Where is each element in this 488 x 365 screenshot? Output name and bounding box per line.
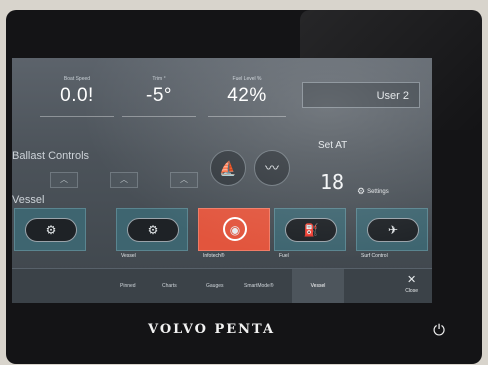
tile-label: Surf Control <box>361 253 388 259</box>
gear-icon: ⚙ <box>357 186 366 196</box>
tab-gauges[interactable]: Gauges <box>206 283 224 289</box>
gauge-value: -5° <box>146 85 172 106</box>
fuel-level-gauge: Fuel Level % 42% <box>210 76 284 107</box>
ballast-button[interactable]: ︿ <box>170 172 198 188</box>
tab-charts[interactable]: Charts <box>162 283 177 289</box>
boat-speed-gauge: Boat Speed 0.0! <box>42 76 112 107</box>
set-panel-title: Set AT <box>318 140 348 151</box>
close-label: Close <box>405 288 418 294</box>
tile-label: Infotech® <box>203 253 225 259</box>
gauge-divider <box>40 116 114 117</box>
fuel-tile[interactable]: ⛽ Fuel <box>274 208 346 259</box>
gauge-value: 42% <box>227 85 267 106</box>
gauge-label: Fuel Level % <box>232 76 262 82</box>
vessel-engine-icon: ⚙ <box>25 218 77 242</box>
close-icon: ✕ <box>406 274 417 286</box>
tile-label: Fuel <box>279 253 289 259</box>
ballast-controls-title: Ballast Controls <box>12 150 90 162</box>
ballast-button[interactable]: ︿ <box>50 172 78 188</box>
bottom-tab-bar: Pinned Charts Gauges SmartMode® Vessel ✕… <box>12 268 432 303</box>
tile-label: Vessel <box>121 253 136 259</box>
gauge-divider <box>122 116 196 117</box>
tab-smartmode[interactable]: SmartMode® <box>244 283 274 289</box>
ballast-button[interactable]: ︿ <box>110 172 138 188</box>
surf-control-tile[interactable]: ✈ Surf Control <box>356 208 428 259</box>
tab-vessel[interactable]: Vessel <box>292 269 344 303</box>
vessel-section-title: Vessel <box>12 194 45 206</box>
engine-icon: ⚙ <box>127 218 179 242</box>
brand-logo: VOLVO PENTA <box>148 322 276 337</box>
user-profile-button[interactable]: User 2 <box>302 82 420 108</box>
trim-gauge: Trim ° -5° <box>124 76 194 107</box>
close-button[interactable]: ✕ Close <box>405 274 418 295</box>
infotech-tile[interactable]: ◉ Infotech® <box>198 208 270 259</box>
gauge-label: Boat Speed <box>63 76 91 82</box>
settings-link[interactable]: ⚙ Settings <box>357 186 389 197</box>
vessel-tile[interactable]: ⚙ <box>14 208 86 251</box>
surf-icon: ✈ <box>367 218 419 242</box>
gauge-divider <box>208 116 286 117</box>
power-icon[interactable]: ⏻ <box>430 322 448 340</box>
gauge-value: 0.0! <box>60 85 94 106</box>
tab-pinned[interactable]: Pinned <box>120 283 136 289</box>
boat-mode-icon[interactable]: ⛵ <box>210 150 246 186</box>
wave-mode-icon[interactable]: 〰 <box>254 150 290 186</box>
vessel-tile[interactable]: ⚙ Vessel <box>116 208 188 259</box>
gauge-label: Trim ° <box>152 76 166 82</box>
display-screen: Boat Speed 0.0! Trim ° -5° Fuel Level % … <box>12 58 432 303</box>
signal-icon: ◉ <box>223 217 247 241</box>
fuel-icon: ⛽ <box>285 218 337 242</box>
settings-label: Settings <box>367 189 389 196</box>
set-panel-value: 18 <box>320 170 345 194</box>
